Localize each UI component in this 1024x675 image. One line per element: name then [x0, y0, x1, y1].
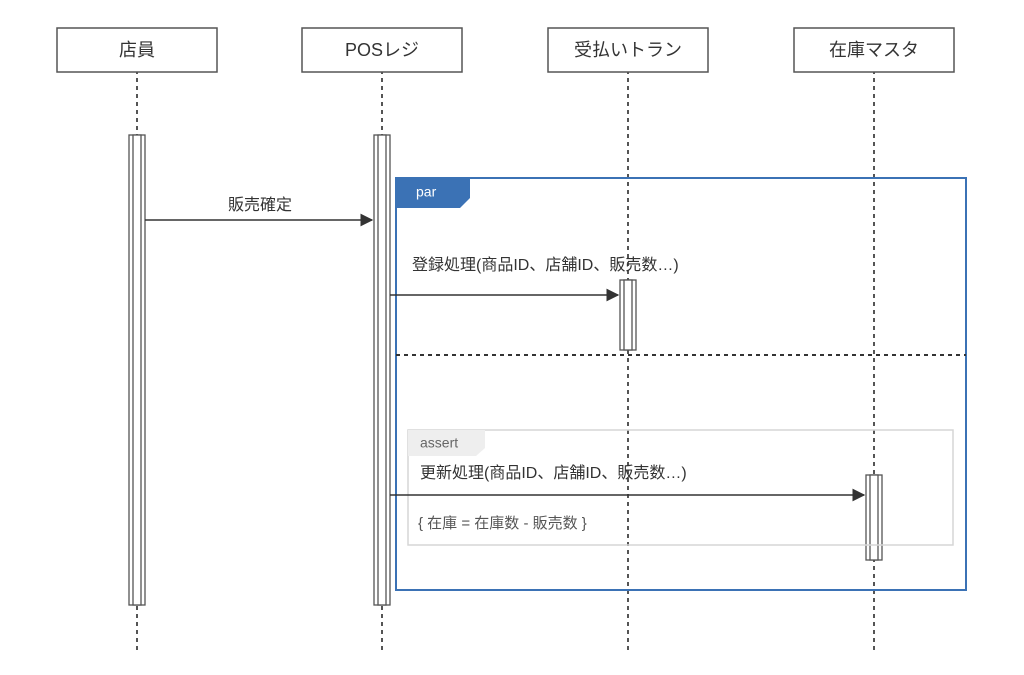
frame-assert-label: assert — [420, 435, 458, 451]
participant-tran: 受払いトラン — [548, 28, 708, 72]
assert-guard: { 在庫 = 在庫数 - 販売数 } — [418, 515, 587, 532]
message-update: 更新処理(商品ID、店舗ID、販売数…) — [390, 464, 864, 495]
participant-pos: POSレジ — [302, 28, 462, 72]
message-label-sale-confirm: 販売確定 — [228, 196, 292, 214]
frame-par-label: par — [416, 184, 437, 200]
message-label-register: 登録処理(商品ID、店舗ID、販売数…) — [412, 256, 679, 274]
activation-clerk — [129, 135, 145, 605]
message-label-update: 更新処理(商品ID、店舗ID、販売数…) — [420, 464, 687, 482]
message-sale-confirm: 販売確定 — [145, 196, 372, 220]
participant-label-tran: 受払いトラン — [574, 40, 682, 60]
activation-tran — [620, 280, 636, 350]
participant-label-pos: POSレジ — [345, 40, 419, 60]
participant-clerk: 店員 — [57, 28, 217, 72]
participant-label-stock: 在庫マスタ — [829, 40, 919, 60]
activation-pos — [374, 135, 390, 605]
participant-label-clerk: 店員 — [119, 40, 155, 60]
sequence-diagram: 店員 POSレジ 受払いトラン 在庫マスタ par — [0, 0, 1024, 675]
activation-stock — [866, 475, 882, 560]
participant-stock: 在庫マスタ — [794, 28, 954, 72]
